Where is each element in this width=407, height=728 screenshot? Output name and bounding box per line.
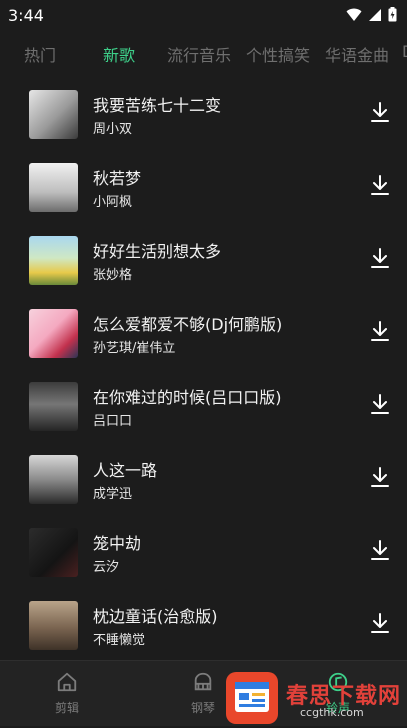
nav-piano-label: 钢琴 [190,701,215,715]
nav-edit-label: 剪辑 [54,701,79,715]
signal-icon [369,8,381,21]
status-time: 3:44 [8,6,44,25]
song-title: 秋若梦 [93,169,142,188]
tab-pop[interactable]: 流行音乐 [167,42,231,66]
album-cover [29,382,78,431]
album-cover [29,455,78,504]
song-row[interactable]: 怎么爱都爱不够(Dj何鹏版) 孙艺琪/崔伟立 [0,305,407,378]
song-title: 怎么爱都爱不够(Dj何鹏版) [93,315,283,334]
watermark-url: ccgthk.com [300,706,364,719]
piano-icon [194,672,212,691]
status-bar: 3:44 [0,0,407,30]
download-icon[interactable] [368,100,392,124]
album-cover [29,236,78,285]
song-artist: 周小双 [93,122,133,137]
song-row[interactable]: 笼中劫 云汐 [0,524,407,597]
song-title: 笼中劫 [93,534,142,553]
download-icon[interactable] [368,246,392,270]
song-row[interactable]: 秋若梦 小阿枫 [0,159,407,232]
song-row[interactable]: 好好生活别想太多 张妙格 [0,232,407,305]
song-artist: 孙艺琪/崔伟立 [93,341,176,356]
song-artist: 不睡懒觉 [93,633,146,648]
song-artist: 云汐 [93,560,120,575]
download-icon[interactable] [368,319,392,343]
tab-funny[interactable]: 个性搞笑 [246,42,310,66]
nav-edit[interactable]: 剪辑 [37,671,97,716]
song-title: 枕边童话(治愈版) [93,607,218,626]
watermark-logo [226,672,278,724]
song-title: 好好生活别想太多 [93,242,222,261]
song-row[interactable]: 我要苦练七十二变 周小双 [0,86,407,159]
tab-new-songs[interactable]: 新歌 [103,42,135,66]
category-tabs: 热门 新歌 流行音乐 个性搞笑 华语金曲 DJ [0,38,407,70]
tab-hot[interactable]: 热门 [24,42,56,66]
album-cover [29,528,78,577]
watermark-logo-icon [235,682,269,712]
song-artist: 小阿枫 [93,195,133,210]
album-cover [29,90,78,139]
album-cover [29,309,78,358]
song-artist: 张妙格 [93,268,133,283]
home-icon [57,672,77,692]
song-title: 人这一路 [93,461,158,480]
battery-icon [388,7,397,22]
download-icon[interactable] [368,538,392,562]
song-title: 在你难过的时候(吕口口版) [93,388,282,407]
song-row[interactable]: 在你难过的时候(吕口口版) 吕口口 [0,378,407,451]
album-cover [29,163,78,212]
song-artist: 成学迅 [93,487,133,502]
song-row[interactable]: 人这一路 成学迅 [0,451,407,524]
song-artist: 吕口口 [93,414,133,429]
download-icon[interactable] [368,173,392,197]
album-cover [29,601,78,650]
song-title: 我要苦练七十二变 [93,96,222,115]
download-icon[interactable] [368,392,392,416]
download-icon[interactable] [368,611,392,635]
nav-piano[interactable]: 钢琴 [173,671,233,716]
download-icon[interactable] [368,465,392,489]
tab-chinese-classics[interactable]: 华语金曲 [325,42,389,66]
wifi-icon [346,8,362,21]
tab-dj[interactable]: DJ [402,42,407,61]
status-icons [346,7,397,22]
